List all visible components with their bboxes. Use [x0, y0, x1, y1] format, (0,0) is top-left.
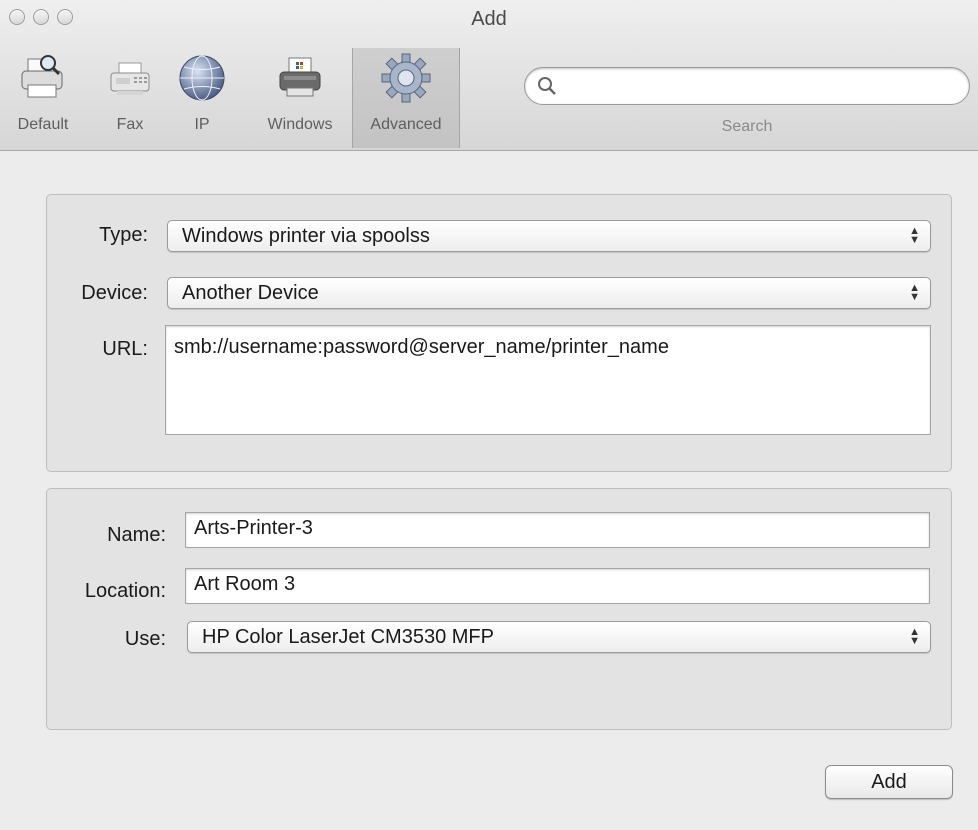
search-label: Search: [721, 118, 773, 135]
location-label: Location:: [84, 580, 166, 602]
type-value: Windows printer via spoolss: [182, 225, 430, 247]
tool-ip[interactable]: IP: [174, 50, 230, 145]
tool-fax[interactable]: Fax: [102, 50, 158, 145]
chevron-updown-icon: ▲ ▼: [909, 626, 920, 647]
add-button[interactable]: Add: [825, 765, 953, 799]
type-label: Type:: [99, 224, 148, 246]
device-label: Device:: [81, 282, 148, 304]
windows-printer-icon: [272, 50, 328, 106]
location-field[interactable]: Art Room 3: [185, 568, 930, 604]
tool-default[interactable]: Default: [10, 50, 76, 145]
search-icon: [537, 76, 557, 101]
tool-ip-label: IP: [194, 116, 210, 133]
device-value: Another Device: [182, 282, 319, 304]
use-value: HP Color LaserJet CM3530 MFP: [202, 626, 494, 648]
chevron-updown-icon: ▲ ▼: [909, 225, 920, 246]
globe-icon: [174, 50, 230, 106]
tool-advanced[interactable]: Advanced: [352, 48, 460, 148]
tool-windows[interactable]: Windows: [252, 50, 348, 145]
url-label: URL:: [102, 338, 148, 360]
tool-default-label: Default: [17, 116, 69, 133]
search-field[interactable]: [524, 67, 970, 105]
use-label: Use:: [124, 628, 166, 650]
tool-windows-label: Windows: [267, 116, 333, 133]
type-popup[interactable]: Windows printer via spoolss ▲ ▼: [167, 220, 931, 252]
tool-fax-label: Fax: [116, 116, 144, 133]
name-field[interactable]: Arts-Printer-3: [185, 512, 930, 548]
fax-icon: [102, 50, 158, 106]
window-title: Add: [471, 8, 507, 30]
gear-icon: [378, 50, 434, 106]
device-popup[interactable]: Another Device ▲ ▼: [167, 277, 931, 309]
window-toolbar: Add Default Fax IP Windows Advanced Sear…: [0, 0, 978, 151]
chevron-updown-icon: ▲ ▼: [909, 282, 920, 303]
use-popup[interactable]: HP Color LaserJet CM3530 MFP ▲ ▼: [187, 621, 931, 653]
search-input[interactable]: [563, 74, 957, 100]
name-label: Name:: [107, 524, 166, 546]
url-textarea[interactable]: smb://username:password@server_name/prin…: [165, 325, 931, 435]
printer-magnifier-icon: [15, 50, 71, 106]
tool-advanced-label: Advanced: [370, 116, 442, 133]
